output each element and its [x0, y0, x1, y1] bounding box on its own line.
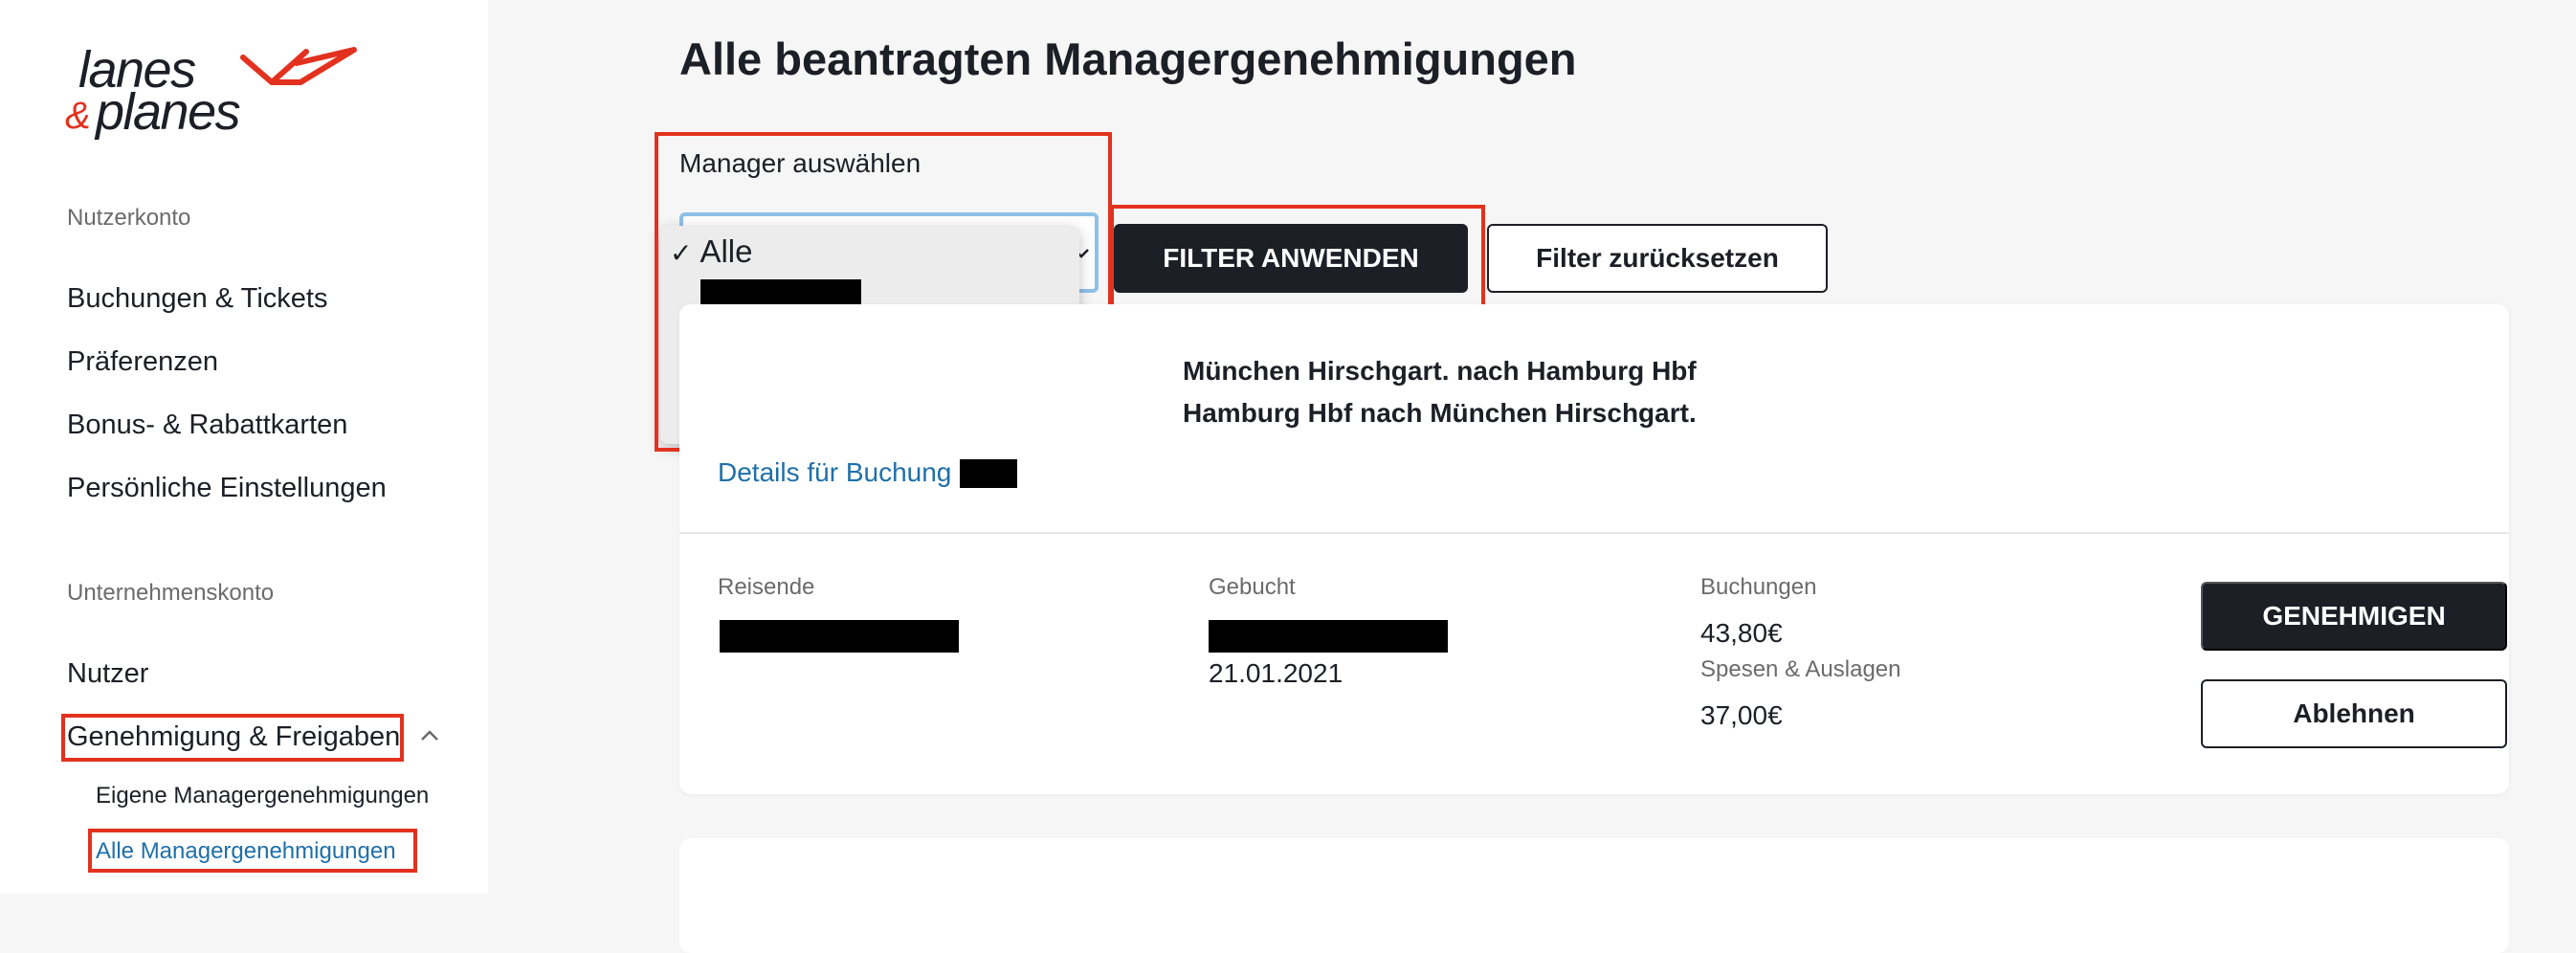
bookings-value: 43,80€ [1700, 618, 1783, 648]
approve-button[interactable]: GENEHMIGEN [2201, 582, 2507, 651]
highlight-box-approvals [61, 714, 404, 762]
traveler-name-redacted [720, 620, 959, 653]
card-divider [679, 532, 2509, 534]
booked-by-redacted [1209, 620, 1448, 653]
sidebar-item-preferences[interactable]: Präferenzen [67, 346, 218, 378]
reject-button[interactable]: Ablehnen [2201, 679, 2507, 748]
reset-filter-button[interactable]: Filter zurücksetzen [1487, 224, 1828, 293]
booked-label: Gebucht [1209, 574, 1296, 600]
logo-plane-icon [240, 47, 357, 85]
approval-card-next [679, 838, 2509, 953]
highlight-box-all-approvals [88, 829, 417, 873]
sidebar: lanes & planes Nutzerkonto Buchungen & T… [0, 0, 488, 894]
sidebar-item-personal-settings[interactable]: Persönliche Einstellungen [67, 473, 387, 504]
sidebar-item-bookings-tickets[interactable]: Buchungen & Tickets [67, 283, 327, 315]
route-return: Hamburg Hbf nach München Hirschgart. [1183, 398, 1697, 428]
expenses-label: Spesen & Auslagen [1700, 656, 1901, 682]
logo-ampersand: & [65, 95, 91, 137]
bookings-label: Buchungen [1700, 574, 1817, 600]
expenses-value: 37,00€ [1700, 700, 1783, 730]
brand-logo[interactable]: lanes & planes [65, 44, 357, 149]
section-label-company-account: Unternehmenskonto [67, 580, 275, 606]
sidebar-item-bonus-cards[interactable]: Bonus- & Rabattkarten [67, 410, 347, 441]
booking-number-redacted [960, 459, 1017, 488]
route-outbound: München Hirschgart. nach Hamburg Hbf [1183, 356, 1697, 386]
logo-word-planes: planes [96, 83, 241, 141]
sidebar-item-users[interactable]: Nutzer [67, 658, 148, 690]
page-title: Alle beantragten Managergenehmigungen [679, 33, 1577, 84]
chevron-up-icon[interactable] [419, 725, 440, 746]
section-label-user-account: Nutzerkonto [67, 205, 191, 231]
travelers-label: Reisende [718, 574, 815, 600]
booked-date: 21.01.2021 [1209, 658, 1344, 688]
booking-details-link[interactable]: Details für Buchung [718, 457, 951, 488]
booking-details-link-label: Details für Buchung [718, 457, 952, 487]
sidebar-subitem-own-approvals[interactable]: Eigene Managergenehmigungen [96, 783, 429, 809]
highlight-box-apply-filter [1110, 205, 1485, 312]
